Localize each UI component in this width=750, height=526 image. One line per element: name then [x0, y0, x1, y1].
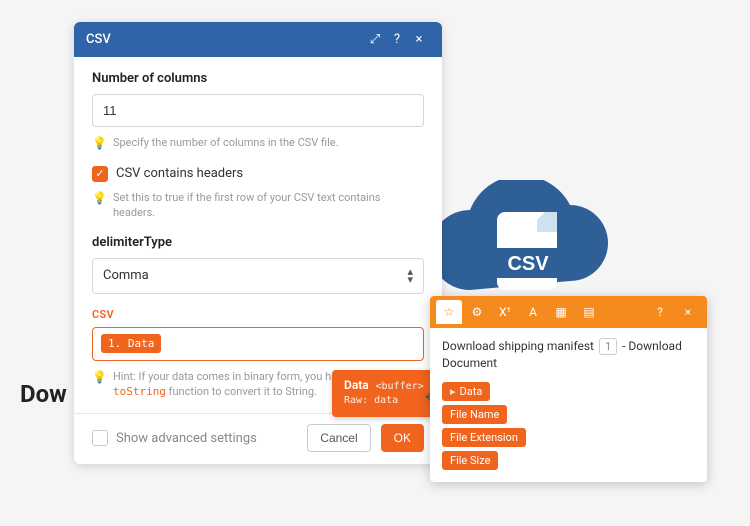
output-file-size[interactable]: File Size	[442, 451, 498, 470]
csv-data-field[interactable]: 1. Data	[92, 327, 424, 361]
headers-checkbox[interactable]: ✓	[92, 166, 108, 182]
csv-field-label: CSV	[92, 308, 424, 321]
tab-star[interactable]: ☆	[436, 300, 462, 324]
dialog-header[interactable]: CSV ⤢ ? ×	[74, 22, 442, 57]
delimiter-label: delimiterType	[92, 235, 424, 250]
tab-text[interactable]: A	[520, 300, 546, 324]
background-heading: Dow	[20, 380, 67, 408]
headers-label: CSV contains headers	[116, 166, 243, 181]
close-icon[interactable]: ×	[408, 32, 430, 47]
delimiter-value: Comma	[103, 268, 149, 283]
popup-close-icon[interactable]: ×	[675, 300, 701, 324]
tooltip-title: Data	[344, 378, 369, 392]
dialog-title: CSV	[86, 32, 364, 47]
num-columns-label: Number of columns	[92, 71, 424, 86]
headers-checkbox-row[interactable]: ✓ CSV contains headers	[92, 166, 424, 182]
advanced-checkbox[interactable]	[92, 430, 108, 446]
bulb-icon: 💡	[92, 135, 107, 152]
advanced-settings-row[interactable]: Show advanced settings	[92, 430, 257, 446]
tab-settings[interactable]: ⚙	[464, 300, 490, 324]
help-icon[interactable]: ?	[386, 32, 408, 47]
step-index: 1	[599, 338, 617, 355]
expand-icon[interactable]: ⤢	[364, 32, 386, 47]
popup-toolbar: ☆ ⚙ X¹ A ▦ ▤ ? ×	[430, 296, 707, 328]
output-data[interactable]: ▸Data	[442, 382, 490, 401]
data-tooltip: Data <buffer> Raw: data	[332, 370, 436, 417]
advanced-label: Show advanced settings	[116, 431, 257, 446]
bulb-icon: 💡	[92, 369, 107, 386]
delimiter-select[interactable]: Comma ▴▾	[92, 258, 424, 294]
output-file-name[interactable]: File Name	[442, 405, 507, 424]
tab-calendar[interactable]: ▦	[548, 300, 574, 324]
chevron-updown-icon: ▴▾	[407, 268, 413, 284]
tooltip-raw: Raw: data	[344, 394, 424, 408]
num-columns-input[interactable]	[92, 94, 424, 127]
tooltip-type: <buffer>	[375, 381, 423, 392]
ok-button[interactable]: OK	[381, 424, 424, 452]
output-file-extension[interactable]: File Extension	[442, 428, 526, 447]
headers-hint: 💡 Set this to true if the first row of y…	[92, 190, 424, 221]
svg-text:CSV: CSV	[507, 253, 549, 275]
bulb-icon: 💡	[92, 190, 107, 207]
output-picker-popup: ☆ ⚙ X¹ A ▦ ▤ ? × Download shipping manif…	[430, 296, 707, 482]
popup-help-icon[interactable]: ?	[647, 300, 673, 324]
popup-title: Download shipping manifest 1 - Download …	[442, 338, 695, 372]
cancel-button[interactable]: Cancel	[307, 424, 370, 452]
tab-xsup[interactable]: X¹	[492, 300, 518, 324]
num-columns-hint: 💡 Specify the number of columns in the C…	[92, 135, 424, 152]
csv-data-chip[interactable]: 1. Data	[101, 334, 161, 353]
output-list: ▸Data File Name File Extension File Size	[442, 382, 695, 470]
tab-table[interactable]: ▤	[576, 300, 602, 324]
